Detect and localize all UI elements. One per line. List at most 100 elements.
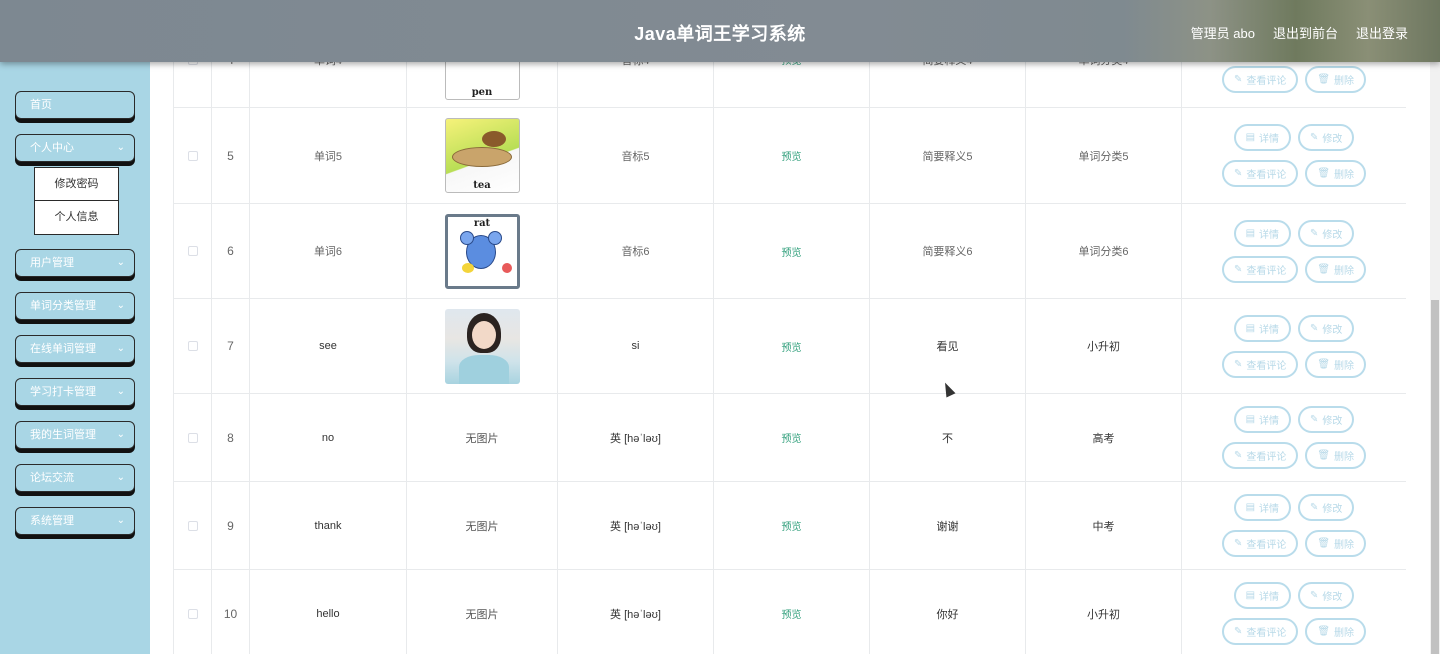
sidebar-item-word-category[interactable]: 单词分类管理 ⌄: [15, 292, 135, 320]
sidebar-item-checkin[interactable]: 学习打卡管理 ⌄: [15, 378, 135, 406]
image-cell: rat: [407, 204, 558, 298]
scrollbar-thumb[interactable]: [1431, 300, 1439, 654]
edit-button[interactable]: ✎ 修改: [1298, 124, 1355, 151]
preview-link[interactable]: 预览: [782, 148, 802, 163]
detail-label: 详情: [1259, 134, 1280, 145]
category-cell: 中考: [1026, 482, 1182, 569]
delete-button[interactable]: 🗑 删除: [1305, 160, 1367, 187]
category-cell: 单词分类5: [1026, 108, 1182, 203]
edit-label: 修改: [1322, 134, 1343, 145]
preview-link[interactable]: 预览: [782, 339, 802, 354]
word-cell: no: [250, 394, 407, 481]
category-cell: 高考: [1026, 394, 1182, 481]
exit-to-front-link[interactable]: 退出到前台: [1273, 23, 1338, 42]
row-checkbox[interactable]: [187, 608, 198, 619]
word-image[interactable]: [444, 308, 520, 384]
document-icon: ▤: [1245, 322, 1256, 334]
delete-button[interactable]: 🗑 删除: [1305, 618, 1367, 645]
delete-button[interactable]: 🗑 删除: [1305, 66, 1367, 93]
detail-button[interactable]: ▤ 详情: [1233, 406, 1292, 433]
phonetic-cell: 英 [həˈləʊ]: [558, 394, 714, 481]
preview-link[interactable]: 预览: [782, 606, 802, 621]
submenu-change-password[interactable]: 修改密码: [35, 168, 118, 201]
edit-label: 修改: [1322, 592, 1343, 603]
row-index: 6: [212, 204, 250, 298]
word-image[interactable]: rat: [444, 213, 520, 289]
image-caption: tea: [473, 180, 491, 191]
chevron-down-icon: ⌄: [116, 257, 125, 268]
detail-button[interactable]: ▤ 详情: [1233, 494, 1292, 521]
sidebar-item-home[interactable]: 首页: [15, 91, 135, 119]
sidebar-item-user-management[interactable]: 用户管理 ⌄: [15, 249, 135, 277]
trash-icon: 🗑: [1317, 74, 1331, 85]
row-checkbox[interactable]: [187, 520, 198, 531]
view-comments-label: 查看评论: [1246, 170, 1287, 181]
table-row: 9 thank 无图片 英 [həˈləʊ] 预览 谢谢 中考 ▤ 详情 ✎ 修改 …: [173, 482, 1406, 570]
detail-button[interactable]: ▤ 详情: [1233, 582, 1292, 609]
row-checkbox[interactable]: [187, 432, 198, 443]
document-icon: ▤: [1245, 502, 1256, 513]
view-comments-button[interactable]: ✎ 查看评论: [1221, 618, 1299, 645]
detail-button[interactable]: ▤ 详情: [1233, 219, 1292, 247]
view-comments-button[interactable]: ✎ 查看评论: [1221, 530, 1299, 557]
view-comments-button[interactable]: ✎ 查看评论: [1221, 66, 1299, 93]
row-checkbox[interactable]: [187, 341, 198, 351]
image-cell: [407, 299, 558, 393]
view-comments-label: 查看评论: [1246, 628, 1287, 639]
edit-button[interactable]: ✎ 修改: [1298, 314, 1355, 342]
delete-button[interactable]: 🗑 删除: [1305, 442, 1367, 469]
edit-button[interactable]: ✎ 修改: [1298, 582, 1355, 609]
sidebar-item-online-words[interactable]: 在线单词管理 ⌄: [15, 335, 135, 363]
phonetic-cell: 英 [həˈləʊ]: [558, 482, 714, 569]
personal-center-submenu: 修改密码 个人信息: [34, 167, 119, 235]
edit-icon: ✎: [1310, 227, 1319, 239]
edit-button[interactable]: ✎ 修改: [1298, 494, 1355, 521]
view-comments-button[interactable]: ✎ 查看评论: [1221, 350, 1299, 378]
preview-link[interactable]: 预览: [782, 244, 802, 259]
phonetic-cell: 音标6: [558, 204, 714, 298]
edit-button[interactable]: ✎ 修改: [1298, 219, 1355, 247]
chevron-down-icon: ⌄: [116, 472, 125, 483]
delete-button[interactable]: 🗑 删除: [1305, 530, 1367, 557]
word-cell: thank: [250, 482, 407, 569]
edit-icon: ✎: [1310, 502, 1319, 513]
view-comments-button[interactable]: ✎ 查看评论: [1221, 442, 1299, 469]
edit-icon: ✎: [1233, 74, 1243, 85]
delete-label: 删除: [1334, 170, 1355, 181]
delete-label: 删除: [1334, 265, 1355, 277]
sidebar-item-system[interactable]: 系统管理 ⌄: [15, 507, 135, 535]
sidebar-item-label: 在线单词管理: [30, 343, 96, 355]
preview-link[interactable]: 预览: [782, 430, 802, 445]
row-checkbox[interactable]: [187, 246, 198, 256]
definition-cell: 看见: [870, 299, 1026, 393]
delete-button[interactable]: 🗑 删除: [1305, 350, 1367, 378]
vertical-scrollbar[interactable]: [1430, 0, 1440, 654]
row-index: 10: [212, 570, 250, 654]
preview-link[interactable]: 预览: [782, 518, 802, 533]
row-checkbox[interactable]: [187, 150, 198, 161]
row-index: 8: [212, 394, 250, 481]
definition-cell: 简要释义6: [870, 204, 1026, 298]
view-comments-button[interactable]: ✎ 查看评论: [1221, 160, 1299, 187]
sidebar-item-personal-center[interactable]: 个人中心 ⌄: [15, 134, 135, 162]
submenu-personal-info[interactable]: 个人信息: [35, 201, 118, 234]
edit-icon: ✎: [1233, 538, 1243, 549]
detail-button[interactable]: ▤ 详情: [1233, 314, 1292, 342]
detail-button[interactable]: ▤ 详情: [1233, 124, 1292, 151]
sidebar: 首页 个人中心 ⌄ 用户管理 ⌄ 单词分类管理 ⌄ 在线单词管理 ⌄ 学习打卡管…: [0, 62, 150, 654]
phonetic-cell: si: [558, 299, 714, 393]
edit-label: 修改: [1322, 229, 1343, 241]
document-icon: ▤: [1245, 227, 1256, 239]
view-comments-button[interactable]: ✎ 查看评论: [1221, 255, 1299, 283]
delete-button[interactable]: 🗑 删除: [1305, 255, 1367, 283]
detail-label: 详情: [1259, 324, 1280, 336]
logout-link[interactable]: 退出登录: [1356, 23, 1408, 42]
row-index: 9: [212, 482, 250, 569]
edit-button[interactable]: ✎ 修改: [1298, 406, 1355, 433]
word-image[interactable]: tea: [444, 118, 520, 193]
sidebar-item-forum[interactable]: 论坛交流 ⌄: [15, 464, 135, 492]
sidebar-item-label: 单词分类管理: [30, 300, 96, 312]
sidebar-item-my-new-words[interactable]: 我的生词管理 ⌄: [15, 421, 135, 449]
delete-label: 删除: [1334, 540, 1355, 551]
view-comments-label: 查看评论: [1246, 540, 1287, 551]
